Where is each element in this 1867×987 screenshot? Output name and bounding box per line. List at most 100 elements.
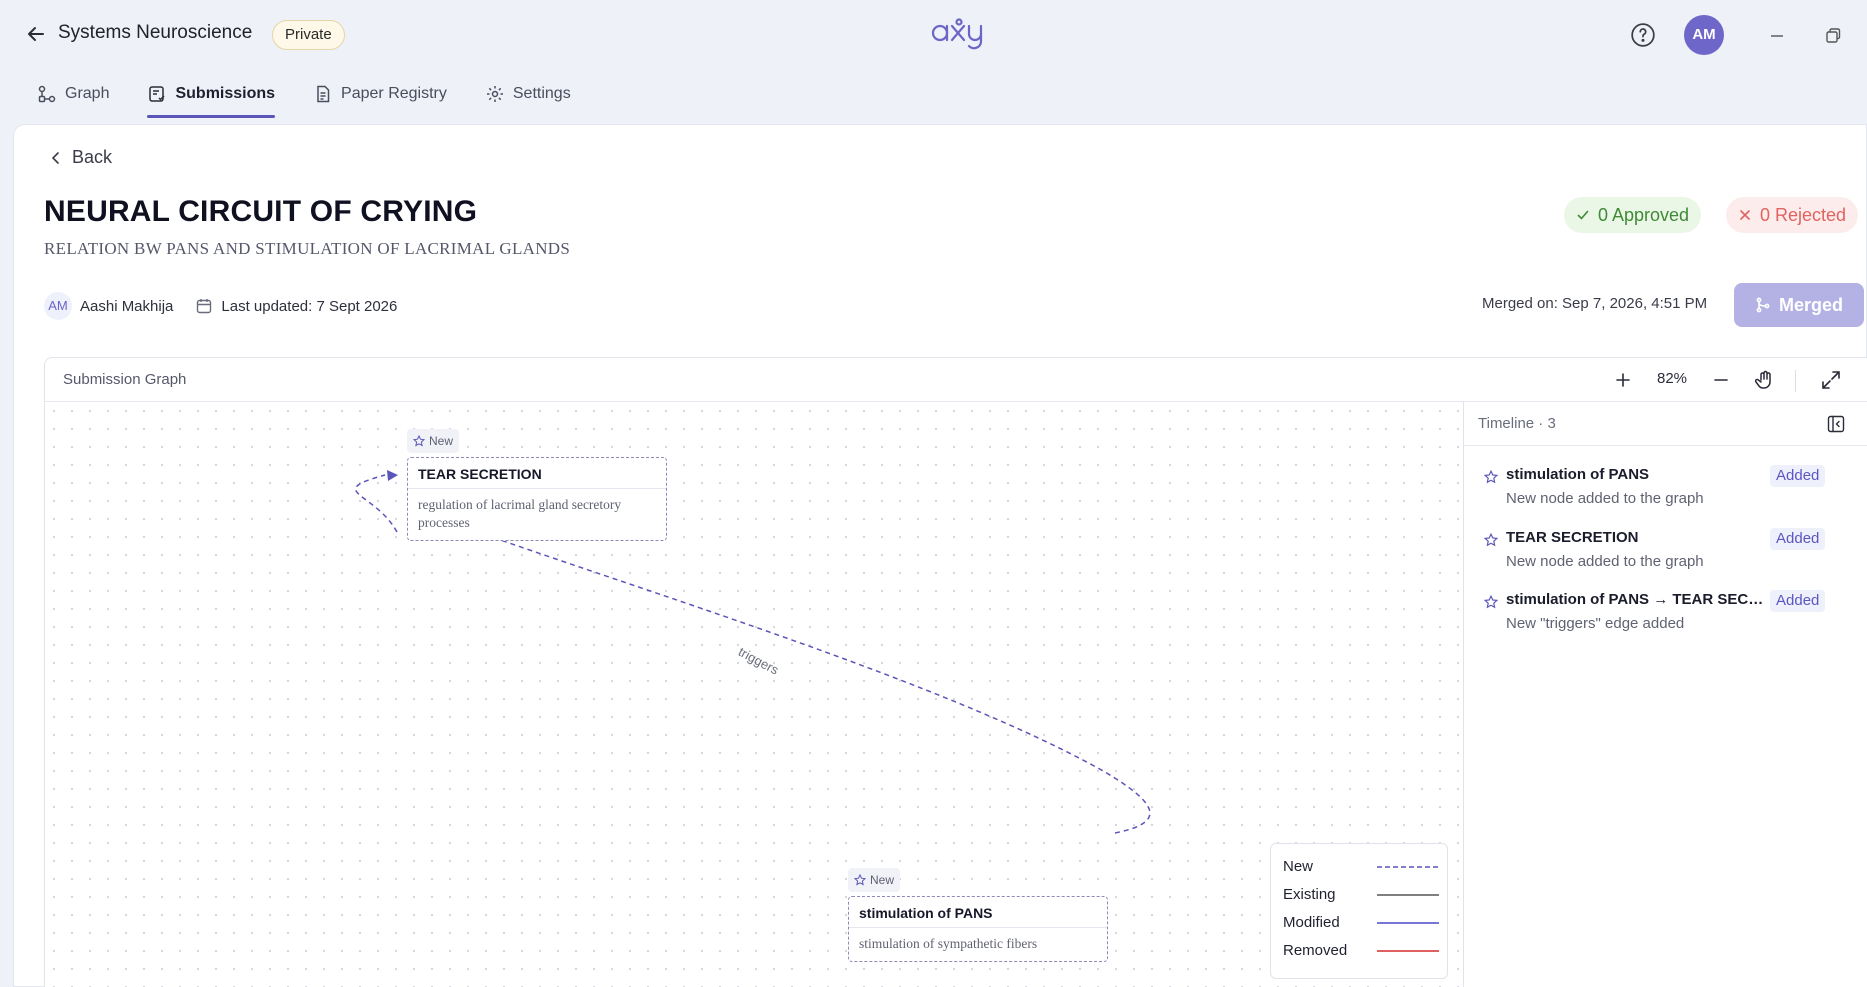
node-tag-label: New: [429, 434, 454, 448]
tab-paper-registry-label: Paper Registry: [341, 85, 447, 102]
graph-canvas[interactable]: triggers New TEAR SECRETION regulation o…: [45, 402, 1463, 987]
edge-label-triggers: triggers: [736, 644, 782, 678]
zoom-out-icon[interactable]: [1709, 368, 1733, 392]
timeline-item[interactable]: stimulation of PANS → TEAR SECRETION Add…: [1464, 587, 1867, 649]
tab-settings[interactable]: Settings: [485, 74, 571, 114]
gear-icon: [486, 86, 503, 102]
legend-item-existing: Existing: [1283, 886, 1439, 903]
graph-node-stimulation-of-pans[interactable]: stimulation of PANS stimulation of sympa…: [848, 896, 1108, 962]
graph-toolbar: Submission Graph 82%: [45, 358, 1867, 402]
legend-item-modified: Modified: [1283, 914, 1439, 931]
paper-icon: [317, 85, 330, 103]
graph-node-tear-secretion[interactable]: TEAR SECRETION regulation of lacrimal gl…: [407, 457, 667, 541]
submission-detail-panel: Back NEURAL CIRCUIT OF CRYING RELATION B…: [13, 124, 1867, 987]
legend-label: New: [1283, 858, 1314, 875]
minimize-icon[interactable]: [1766, 25, 1788, 47]
page-subtitle: RELATION BW PANS AND STIMULATION OF LACR…: [44, 239, 571, 258]
hand-pan-icon[interactable]: [1753, 368, 1777, 392]
tab-paper-registry[interactable]: Paper Registry: [313, 74, 447, 114]
graph-legend: New Existing Modified Removed: [1270, 843, 1448, 979]
submission-meta: AM Aashi Makhija Last updated: 7 Sept 20…: [44, 292, 397, 320]
main-tabs: Graph Submissions Paper Registry Setting…: [37, 74, 571, 118]
merged-button[interactable]: Merged: [1734, 283, 1864, 327]
timeline-header: Timeline · 3: [1464, 402, 1867, 446]
edge-layer: triggers: [355, 470, 1151, 834]
graph-title: Submission Graph: [63, 371, 187, 388]
star-icon: [413, 435, 425, 447]
back-link[interactable]: Back: [48, 147, 112, 168]
visibility-badge: Private: [272, 20, 345, 50]
timeline-item-title: stimulation of PANS: [1506, 466, 1650, 483]
legend-line-dashed: [1377, 865, 1439, 868]
close-icon: [1740, 210, 1750, 220]
author-avatar: AM: [44, 292, 72, 320]
chevron-left-icon: [51, 151, 59, 164]
star-icon: [1484, 595, 1498, 609]
submission-graph-card: Submission Graph 82% triggers New TEAR S…: [44, 357, 1867, 987]
node-title: stimulation of PANS: [849, 897, 1107, 928]
submissions-icon: [149, 86, 165, 102]
last-updated: Last updated: 7 Sept 2026: [221, 297, 398, 315]
status-badge: Added: [1770, 465, 1826, 487]
legend-item-new: New: [1283, 858, 1439, 875]
tab-graph-label: Graph: [65, 85, 110, 102]
tab-submissions[interactable]: Submissions: [147, 74, 275, 118]
calendar-icon: [197, 299, 212, 314]
timeline-item-title: TEAR SECRETION: [1506, 529, 1639, 546]
timeline-item-description: New node added to the graph: [1506, 553, 1704, 570]
graph-icon: [38, 85, 56, 103]
zoom-in-icon[interactable]: [1611, 368, 1635, 392]
node-description: stimulation of sympathetic fibers: [859, 936, 1038, 951]
rejected-count: 0 Rejected: [1760, 205, 1847, 225]
merged-on-text: Merged on: Sep 7, 2026, 4:51 PM: [1482, 295, 1708, 312]
timeline-item-description: New node added to the graph: [1506, 490, 1704, 507]
toolbar-divider: [1795, 370, 1796, 392]
author-name: Aashi Makhija: [80, 297, 174, 315]
top-bar: Systems Neuroscience Private AM: [0, 0, 1867, 70]
status-badge: Added: [1770, 528, 1826, 550]
star-icon: [1484, 470, 1498, 484]
axy-logo: [931, 18, 983, 50]
timeline-panel: Timeline · 3 stimulation of PANS Added N…: [1463, 402, 1867, 987]
arrowhead-icon: [387, 470, 398, 481]
workspace-title: Systems Neuroscience: [58, 22, 253, 43]
node-title: TEAR SECRETION: [408, 458, 666, 489]
node-tag-label: New: [870, 873, 895, 887]
legend-label: Existing: [1283, 886, 1336, 903]
rejected-count-badge: 0 Rejected: [1726, 197, 1859, 233]
restore-icon[interactable]: [1822, 25, 1844, 47]
timeline-item[interactable]: TEAR SECRETION Added New node added to t…: [1464, 525, 1867, 587]
back-arrow-icon[interactable]: [24, 22, 48, 46]
tab-graph[interactable]: Graph: [37, 74, 109, 114]
star-icon: [1484, 533, 1498, 547]
zoom-level: 82%: [1657, 370, 1688, 387]
timeline-item-description: New "triggers" edge added: [1506, 615, 1685, 632]
node-tag-new: New: [848, 868, 901, 892]
timeline-item-title: stimulation of PANS → TEAR SECRETION: [1506, 591, 1764, 608]
node-description: regulation of lacrimal gland secretory p…: [418, 497, 622, 530]
git-merge-icon: [1756, 297, 1770, 313]
legend-item-removed: Removed: [1283, 942, 1439, 959]
user-avatar[interactable]: AM: [1684, 15, 1724, 55]
legend-line-solid: [1377, 949, 1439, 952]
legend-line-solid: [1377, 893, 1439, 896]
triggers-edge[interactable]: [457, 524, 1151, 834]
legend-label: Removed: [1283, 942, 1348, 959]
self-loop-edge[interactable]: [355, 474, 398, 533]
tab-settings-label: Settings: [512, 85, 571, 102]
approved-count-badge: 0 Approved: [1564, 197, 1702, 233]
status-badge: Added: [1770, 590, 1826, 612]
check-icon: [1577, 210, 1589, 220]
merged-label: Merged: [1778, 294, 1843, 315]
page-title: NEURAL CIRCUIT OF CRYING: [44, 195, 478, 228]
node-tag-new: New: [407, 429, 460, 453]
timeline-item[interactable]: stimulation of PANS Added New node added…: [1464, 462, 1867, 524]
legend-line-solid: [1377, 921, 1439, 924]
help-icon[interactable]: [1630, 22, 1656, 48]
expand-icon[interactable]: [1819, 368, 1843, 392]
back-label: Back: [72, 147, 113, 167]
legend-label: Modified: [1283, 914, 1340, 931]
approved-count: 0 Approved: [1598, 205, 1690, 225]
star-icon: [854, 874, 866, 886]
collapse-panel-icon[interactable]: [1826, 414, 1846, 434]
